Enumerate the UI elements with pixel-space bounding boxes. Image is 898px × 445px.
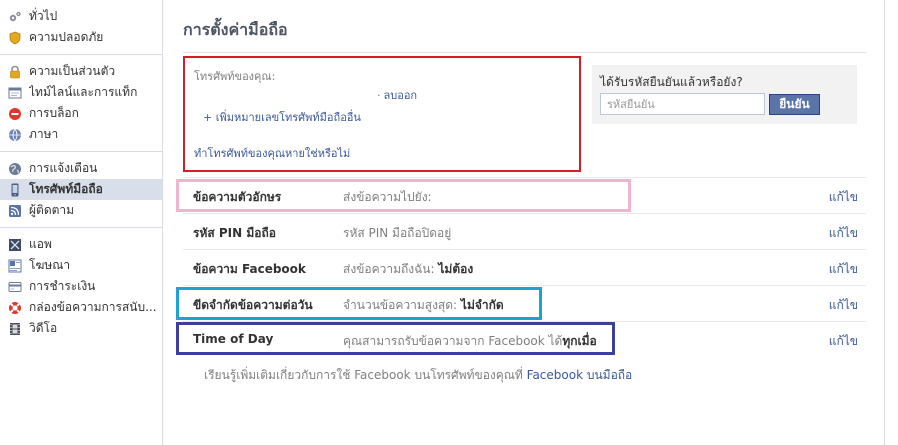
settings-sidebar: ทั่วไปความปลอดภัยความเป็นส่วนตัวไทม์ไลน์… (0, 0, 163, 445)
sidebar-item-label: ไทม์ไลน์และการแท็ก (29, 85, 138, 99)
facebook-mobile-link[interactable]: Facebook บนมือถือ (527, 368, 633, 382)
sidebar-item-label: แอพ (29, 237, 52, 251)
lock-icon (8, 65, 22, 79)
sidebar-group: แอพโฆษณาการชำระเงินกล่องข้อความการสนับ..… (0, 228, 162, 345)
edit-link[interactable]: แก้ไข (829, 296, 858, 315)
content-right-border (884, 0, 885, 445)
timeline-icon (8, 86, 22, 100)
sidebar-item-block[interactable]: การบล็อก (0, 103, 162, 124)
confirm-button[interactable]: ยืนยัน (769, 94, 820, 115)
facebook-messages-row[interactable]: ข้อความ Facebook ส่งข้อความถึงฉัน: ไม่ต้อ… (183, 249, 866, 285)
sidebar-item-label: โฆษณา (29, 258, 71, 272)
lost-phone-link[interactable]: ทำโทรศัพท์ของคุณหายใช่หรือไม่ (194, 144, 350, 162)
row-value: รหัส PIN มือถือปิดอยู่ (343, 224, 451, 243)
row-label: ข้อความตัวอักษร (193, 190, 282, 204)
sidebar-item-timeline[interactable]: ไทม์ไลน์และการแท็ก (0, 82, 162, 103)
row-value: คุณสามารถรับข้อความจาก Facebook ได้ทุกเม… (343, 332, 597, 351)
add-phone-link[interactable]: + เพิ่มหมายเลขโทรศัพท์มือถืออื่น (203, 108, 361, 126)
row-value-text: รหัส PIN มือถือปิดอยู่ (343, 226, 452, 240)
edit-link[interactable]: แก้ไข (829, 332, 858, 351)
sidebar-item-label: ทั่วไป (29, 9, 58, 23)
sidebar-item-label: โทรศัพท์มือถือ (29, 182, 103, 196)
mobile-phone-icon (8, 183, 22, 197)
credit-card-icon (8, 280, 22, 294)
row-label: ขีดจำกัดข้อความต่อวัน (193, 298, 313, 312)
sidebar-group: การแจ้งเตือนโทรศัพท์มือถือผู้ติดตาม (0, 152, 162, 227)
mobile-pin-row[interactable]: รหัส PIN มือถือ รหัส PIN มือถือปิดอยู่ แก้… (183, 213, 866, 249)
sidebar-item-lifebuoy[interactable]: กล่องข้อความการสนับ... (0, 297, 162, 318)
sidebar-item-notification-globe[interactable]: การแจ้งเตือน (0, 158, 162, 179)
row-value-text: ส่งข้อความถึงฉัน: (343, 262, 439, 276)
sidebar-item-ads[interactable]: โฆษณา (0, 255, 162, 276)
sidebar-item-label: ผู้ติดตาม (29, 203, 75, 217)
sidebar-item-label: ภาษา (29, 127, 59, 141)
block-icon (8, 107, 22, 121)
row-value-emphasis: ทุกเมื่อ (562, 334, 597, 348)
sidebar-item-film[interactable]: วิดีโอ (0, 318, 162, 339)
sidebar-item-credit-card[interactable]: การชำระเงิน (0, 276, 162, 297)
sidebar-item-gears[interactable]: ทั่วไป (0, 6, 162, 27)
phone-section: โทรศัพท์ของคุณ: · ลบออก + เพิ่มหมายเลขโทร… (183, 56, 581, 172)
sidebar-item-apps[interactable]: แอพ (0, 234, 162, 255)
globe-icon (8, 128, 22, 142)
edit-link[interactable]: แก้ไข (829, 260, 858, 279)
bullet-separator: · (377, 89, 381, 102)
edit-link[interactable]: แก้ไข (829, 188, 858, 207)
your-phone-label: โทรศัพท์ของคุณ: (194, 70, 276, 83)
time-of-day-row[interactable]: Time of Day คุณสามารถรับข้อความจาก Facebo… (183, 321, 866, 357)
row-value-emphasis: ไม่จำกัด (460, 298, 504, 312)
shield-icon (8, 31, 22, 45)
sidebar-group: ความเป็นส่วนตัวไทม์ไลน์และการแท็กการบล็อ… (0, 55, 162, 151)
notification-globe-icon (8, 162, 22, 176)
sidebar-item-label: ความปลอดภัย (29, 30, 104, 44)
row-value-emphasis: ไม่ต้อง (438, 262, 474, 276)
row-label: ข้อความ Facebook (193, 262, 306, 276)
row-label: Time of Day (193, 332, 274, 346)
footer-text: เรียนรู้เพิ่มเติมเกี่ยวกับการใช้ Faceboo… (204, 368, 527, 382)
sidebar-item-label: การชำระเงิน (29, 279, 96, 293)
sidebar-item-label: การบล็อก (29, 106, 79, 120)
main-content: การตั้งค่ามือถือ โทรศัพท์ของคุณ: · ลบออก … (164, 0, 884, 445)
sidebar-item-mobile-phone[interactable]: โทรศัพท์มือถือ (0, 179, 162, 200)
remove-phone-label: ลบออก (383, 89, 418, 102)
apps-icon (8, 238, 22, 252)
title-divider (183, 52, 866, 53)
sidebar-item-label: วิดีโอ (29, 321, 58, 335)
row-value: ส่งข้อความถึงฉัน: ไม่ต้อง (343, 260, 473, 279)
sidebar-item-globe[interactable]: ภาษา (0, 124, 162, 145)
sidebar-item-shield[interactable]: ความปลอดภัย (0, 27, 162, 48)
sidebar-item-lock[interactable]: ความเป็นส่วนตัว (0, 61, 162, 82)
confirmation-code-input[interactable] (600, 93, 765, 115)
remove-phone-link[interactable]: · ลบออก (377, 86, 417, 104)
sidebar-item-label: กล่องข้อความการสนับ... (29, 300, 157, 314)
text-messages-row[interactable]: ข้อความตัวอักษร ส่งข้อความไปยัง: แก้ไข (183, 177, 866, 213)
sidebar-item-label: การแจ้งเตือน (29, 161, 98, 175)
row-value-text: คุณสามารถรับข้อความจาก Facebook ได้ (343, 334, 563, 348)
daily-limit-row[interactable]: ขีดจำกัดข้อความต่อวัน จำนวนข้อความสูงสุด:… (183, 285, 866, 321)
page-title: การตั้งค่ามือถือ (183, 20, 288, 39)
row-value: จำนวนข้อความสูงสุด: ไม่จำกัด (343, 296, 504, 315)
film-icon (8, 322, 22, 336)
row-label: รหัส PIN มือถือ (193, 226, 276, 240)
ads-icon (8, 259, 22, 273)
edit-link[interactable]: แก้ไข (829, 224, 858, 243)
rss-icon (8, 204, 22, 218)
lifebuoy-icon (8, 301, 22, 315)
row-value-text: จำนวนข้อความสูงสุด: (343, 298, 461, 312)
sidebar-group: ทั่วไปความปลอดภัย (0, 0, 162, 54)
row-value-text: ส่งข้อความไปยัง: (343, 190, 432, 204)
sidebar-item-rss[interactable]: ผู้ติดตาม (0, 200, 162, 221)
footer-note: เรียนรู้เพิ่มเติมเกี่ยวกับการใช้ Faceboo… (204, 366, 632, 385)
confirmation-question: ได้รับรหัสยืนยันแล้วหรือยัง? (600, 75, 743, 89)
row-value: ส่งข้อความไปยัง: (343, 188, 432, 207)
confirmation-panel: ได้รับรหัสยืนยันแล้วหรือยัง? ยืนยัน (592, 65, 857, 124)
gears-icon (8, 10, 22, 24)
sidebar-item-label: ความเป็นส่วนตัว (29, 64, 116, 78)
